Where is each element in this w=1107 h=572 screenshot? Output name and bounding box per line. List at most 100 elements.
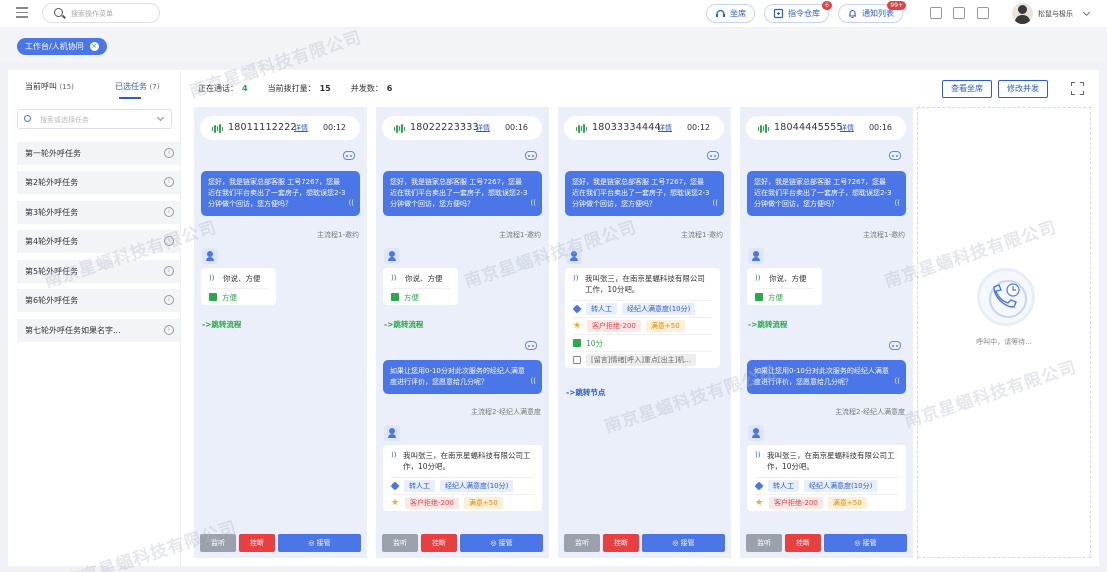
tab-current-count: (15): [59, 83, 74, 91]
voice-icon[interactable]: )): [755, 273, 763, 284]
user-message: )) 我叫张三，在南京星蝠科技有限公司工作，10分吧。 转人工 经纪人满意度(10分…: [747, 445, 906, 511]
avatar[interactable]: [1012, 3, 1033, 24]
user-message: )) 我叫张三，在南京星蝠科技有限公司工作，10分吧。 转人工 经纪人满意度(10分…: [383, 445, 542, 511]
task-item[interactable]: 第2轮外呼任务 i: [17, 171, 181, 194]
info-icon[interactable]: i: [164, 325, 174, 335]
call-actions: 监听 挂断 ◎ 接管: [200, 534, 361, 552]
listen-button[interactable]: 监听: [200, 534, 236, 552]
bot-message: 您好，我是链家总部客服 工号7267，您最近在我们平台卖出了一套房子，想耽误您2…: [565, 171, 724, 216]
grid-icon[interactable]: [977, 7, 989, 19]
tag-icon: [390, 481, 400, 491]
task-search-select[interactable]: 搜索或选择任务: [17, 109, 172, 129]
task-item[interactable]: 第4轮外呼任务 i: [17, 230, 181, 253]
close-icon[interactable]: ×: [89, 42, 99, 51]
voice-icon[interactable]: )): [391, 273, 399, 284]
info-icon[interactable]: i: [164, 207, 174, 217]
voice-icon[interactable]: )): [573, 273, 579, 284]
call-board: 正在通话： 4 当前拨打量： 15 并发数： 6 查看坐席 修改并发 18011112…: [181, 70, 1099, 566]
voice-icon[interactable]: )): [209, 273, 217, 284]
tag-satisfaction: 经纪人满意度(10分): [804, 480, 878, 492]
jump-flow-label: ->跳转流程: [384, 320, 424, 329]
detail-link[interactable]: 详情: [840, 123, 854, 133]
takeover-label: 接管: [862, 539, 877, 547]
headset-icon: ◎: [854, 539, 863, 547]
speaker-icon[interactable]: ((: [531, 376, 536, 387]
user-message-text: 我叫张三，在南京星蝠科技有限公司工作，10分吧。: [403, 451, 531, 471]
bot-message: 您好，我是链家总部客服 工号7267，您最近在我们平台卖出了一套房子，想耽误您2…: [747, 171, 906, 216]
trash-icon[interactable]: [930, 7, 942, 19]
info-icon[interactable]: i: [164, 148, 174, 158]
voice-icon[interactable]: )): [391, 450, 397, 461]
top-bar: 搜索操作菜单 坐席 指令仓库 6 通知列表 99+ 松鼠与极乐: [0, 0, 1107, 28]
intent-tag: 方便: [222, 292, 237, 302]
tag-reject: 客户拒绝-200: [769, 497, 823, 509]
detail-link[interactable]: 详情: [658, 123, 672, 133]
tab-workbench[interactable]: 工作台/人机协同 ×: [17, 38, 107, 55]
call-actions: 监听 挂断 ◎ 接管: [382, 534, 543, 552]
takeover-label: 接管: [680, 539, 695, 547]
command-store-button[interactable]: 指令仓库 6: [764, 1, 832, 23]
takeover-button[interactable]: ◎ 接管: [642, 534, 725, 552]
stat-talking-value: 4: [242, 84, 248, 93]
voice-icon[interactable]: )): [755, 450, 761, 461]
menu-icon[interactable]: [16, 7, 30, 19]
speaker-icon[interactable]: ((: [713, 198, 718, 209]
bot-message-text: 您好，我是链家总部客服 工号7267，您最近在我们平台卖出了一套房子，想耽误您2…: [208, 178, 346, 208]
chevron-down-icon[interactable]: [156, 113, 165, 122]
detail-link[interactable]: 详情: [294, 123, 308, 133]
edit-concurrency-button[interactable]: 修改并发: [998, 80, 1048, 98]
agent-button[interactable]: 坐席: [706, 4, 755, 23]
user-name[interactable]: 松鼠与极乐: [1038, 9, 1073, 19]
takeover-label: 接管: [316, 539, 331, 547]
detail-link[interactable]: 详情: [476, 123, 490, 133]
info-icon[interactable]: i: [164, 295, 174, 305]
task-item[interactable]: 第七轮外呼任务如果名字... i: [17, 319, 181, 342]
tab-current-calls[interactable]: 当前呼叫 (15): [25, 81, 74, 92]
hangup-button[interactable]: 挂断: [421, 534, 457, 552]
monitor-icon[interactable]: [953, 7, 965, 19]
hangup-button[interactable]: 挂断: [785, 534, 821, 552]
task-item[interactable]: 第一轮外呼任务 i: [17, 142, 181, 165]
hangup-button[interactable]: 挂断: [239, 534, 275, 552]
bot-message: 您好，我是链家总部客服 工号7267，您最近在我们平台卖出了一套房子，想耽误您2…: [201, 171, 360, 216]
chevron-down-icon[interactable]: [1082, 8, 1091, 17]
info-icon[interactable]: i: [164, 236, 174, 246]
menu-search-input[interactable]: 搜索操作菜单: [42, 3, 160, 23]
task-item[interactable]: 第3轮外呼任务 i: [17, 201, 181, 224]
view-agents-button[interactable]: 查看坐席: [942, 80, 992, 98]
info-icon[interactable]: i: [164, 266, 174, 276]
headset-icon: ◎: [308, 539, 317, 547]
agent-label: 坐席: [730, 9, 746, 18]
task-label: 第一轮外呼任务: [25, 149, 81, 158]
takeover-button[interactable]: ◎ 接管: [278, 534, 361, 552]
listen-button[interactable]: 监听: [382, 534, 418, 552]
sound-wave-icon: [212, 124, 224, 133]
bot-message-text: 如果让您用0-10分对此次服务的经纪人满意度进行评价，您愿意给几分呢？: [390, 367, 525, 386]
call-card: 18022223333 详情 00:16 您好，我是链家总部客服 工号7267，…: [376, 107, 549, 558]
bot-message-text: 如果让您用0-10分对此次服务的经纪人满意度进行评价，您愿意给几分呢？: [754, 367, 889, 386]
call-duration: 00:12: [686, 123, 710, 132]
stat-talking-label: 正在通话：: [198, 84, 238, 93]
task-item[interactable]: 第6轮外呼任务 i: [17, 289, 181, 312]
notification-button[interactable]: 通知列表 99+: [838, 1, 906, 23]
speaker-icon[interactable]: ((: [895, 376, 900, 387]
speaker-icon[interactable]: ((: [531, 198, 536, 209]
listen-button[interactable]: 监听: [746, 534, 782, 552]
message-icon: [573, 356, 581, 364]
takeover-button[interactable]: ◎ 接管: [460, 534, 543, 552]
task-item[interactable]: 第5轮外呼任务 i: [17, 260, 181, 283]
bot-message-text: 您好，我是链家总部客服 工号7267，您最近在我们平台卖出了一套房子，想耽误您2…: [572, 178, 710, 208]
hangup-button[interactable]: 挂断: [603, 534, 639, 552]
task-search-placeholder: 搜索或选择任务: [40, 116, 89, 124]
fullscreen-icon[interactable]: [1071, 82, 1084, 95]
info-icon[interactable]: i: [164, 177, 174, 187]
listen-button[interactable]: 监听: [564, 534, 600, 552]
speaker-icon[interactable]: ((: [349, 198, 354, 209]
headset-icon: ◎: [672, 539, 681, 547]
speaker-icon[interactable]: ((: [895, 198, 900, 209]
call-duration: 00:16: [504, 123, 528, 132]
task-label: 第3轮外呼任务: [25, 208, 79, 217]
command-icon: [773, 8, 784, 19]
tab-selected-tasks[interactable]: 已选任务 (7): [115, 81, 159, 99]
takeover-button[interactable]: ◎ 接管: [824, 534, 907, 552]
